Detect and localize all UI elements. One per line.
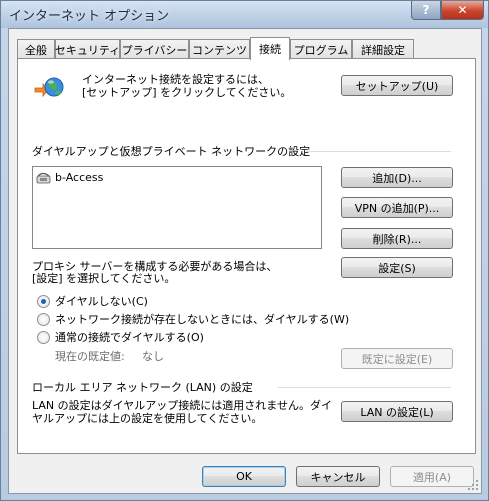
connections-panel: インターネット接続を設定するには、 [セットアップ] をクリックしてください。 … <box>17 58 476 454</box>
help-button[interactable]: ? <box>411 1 441 20</box>
radio-always-dial[interactable] <box>37 331 50 344</box>
tab-privacy[interactable]: プライバシー <box>120 39 189 59</box>
internet-options-window: インターネット オプション ? ✕ 全般 セキュリティ プライバシー コンテンツ… <box>0 0 489 501</box>
radio-selected-dot <box>41 299 46 304</box>
setup-button[interactable]: セットアップ(U) <box>341 75 453 96</box>
radio-always-dial-label[interactable]: 通常の接続でダイヤルする(O) <box>55 331 204 344</box>
apply-button[interactable]: 適用(A) <box>390 466 474 487</box>
settings-button[interactable]: 設定(S) <box>341 257 453 278</box>
lan-section-heading: ローカル エリア ネットワーク (LAN) の設定 <box>32 381 253 394</box>
radio-dial-when-no-network[interactable] <box>37 313 50 326</box>
lan-description-line1: LAN の設定はダイヤルアップ接続には適用されません。ダイ <box>32 399 332 412</box>
add-vpn-button[interactable]: VPN の追加(P)... <box>341 197 453 218</box>
remove-button[interactable]: 削除(R)... <box>341 228 453 249</box>
tab-security[interactable]: セキュリティ <box>55 39 120 59</box>
tab-connections[interactable]: 接続 <box>250 37 290 60</box>
tab-advanced[interactable]: 詳細設定 <box>352 39 414 59</box>
radio-never-dial[interactable] <box>37 295 50 308</box>
globe-connection-icon <box>34 75 64 101</box>
dialup-connection-icon <box>36 171 52 184</box>
current-default-value: なし <box>142 350 164 363</box>
radio-dial-when-no-network-label[interactable]: ネットワーク接続が存在しないときには、ダイヤルする(W) <box>55 313 349 326</box>
lan-description-line2: ヤルアップには上の設定を使用してください。 <box>32 412 263 425</box>
dialup-connection-list[interactable]: b-Access <box>32 166 322 249</box>
proxy-description-line2: [設定] を選択してください。 <box>32 272 176 285</box>
tab-programs[interactable]: プログラム <box>290 39 352 59</box>
lan-settings-button[interactable]: LAN の設定(L) <box>341 401 453 422</box>
current-default-label: 現在の既定値: <box>55 350 125 363</box>
cancel-button[interactable]: キャンセル <box>296 466 380 487</box>
tab-content[interactable]: コンテンツ <box>189 39 250 59</box>
add-button[interactable]: 追加(D)... <box>341 167 453 188</box>
dialup-separator <box>306 151 451 152</box>
lan-separator <box>278 387 451 388</box>
connection-name: b-Access <box>55 171 104 184</box>
dialog-client-area: 全般 セキュリティ プライバシー コンテンツ 接続 プログラム 詳細設定 インタ… <box>8 28 482 494</box>
setup-description-line1: インターネット接続を設定するには、 <box>82 73 269 86</box>
tab-general[interactable]: 全般 <box>17 39 55 59</box>
setup-description-line2: [セットアップ] をクリックしてください。 <box>82 86 292 99</box>
ok-button[interactable]: OK <box>202 466 286 487</box>
title-bar[interactable]: インターネット オプション ? ✕ <box>1 1 488 28</box>
window-title: インターネット オプション <box>9 9 170 24</box>
close-button[interactable]: ✕ <box>441 1 484 20</box>
dialup-section-heading: ダイヤルアップと仮想プライベート ネットワークの設定 <box>32 145 311 158</box>
radio-never-dial-label[interactable]: ダイヤルしない(C) <box>55 295 148 308</box>
resize-grip-icon[interactable] <box>467 479 479 491</box>
set-default-button[interactable]: 既定に設定(E) <box>341 348 453 369</box>
